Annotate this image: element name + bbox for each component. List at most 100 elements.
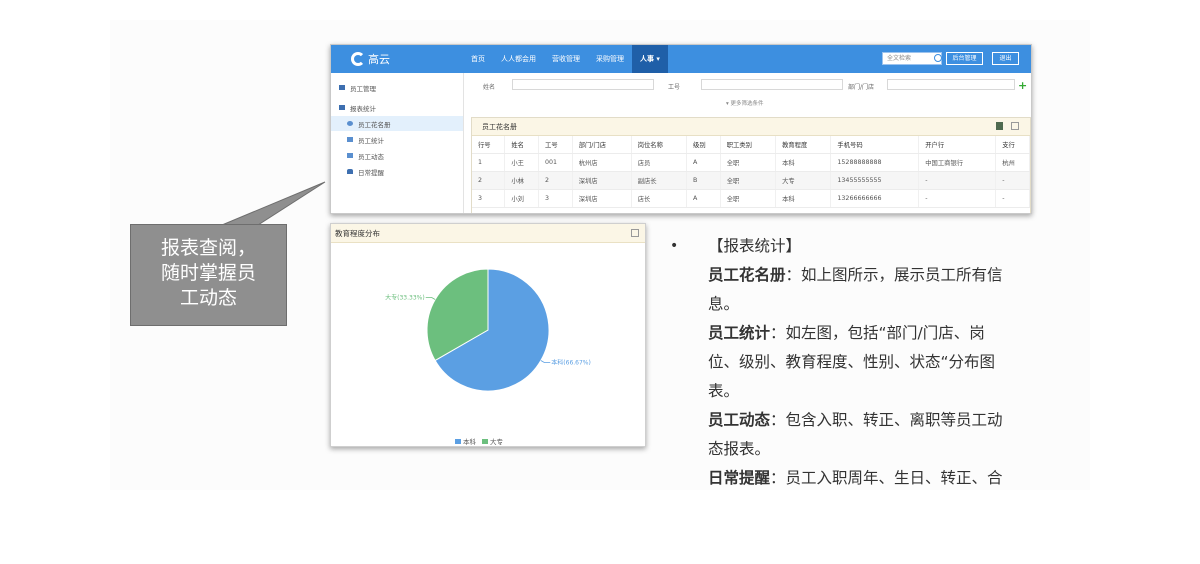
logo[interactable]: 高云 <box>351 49 390 69</box>
table-cell: 店员 <box>631 153 688 172</box>
table-cell: 001 <box>538 153 573 172</box>
table-row[interactable]: 1 小王 001 杭州店 店员 A 全职 本科 15288888888 中国工商银行 杭州 <box>472 153 1030 172</box>
admin-button[interactable]: 后台管理 <box>946 52 983 65</box>
note-title: 员工动态 <box>708 411 771 429</box>
table-cell: - <box>995 189 1030 208</box>
app-window: 高云 首页 人人都会用 营收管理 采购管理 人事 ▾ 全文检索 后台管理 退出 … <box>330 44 1032 214</box>
dept-input[interactable] <box>887 79 1015 90</box>
sidebar-label: 员工统计 <box>358 136 384 145</box>
table-cell: 小王 <box>504 153 540 172</box>
callout-box: 报表查阅， 随时掌握员 工动态 <box>130 224 287 326</box>
sidebar-item-dynamics[interactable]: 员工动态 <box>331 148 479 163</box>
nav-hr-label: 人事 <box>640 55 654 63</box>
logout-button[interactable]: 退出 <box>992 52 1019 65</box>
nav-home[interactable]: 首页 <box>463 45 493 73</box>
nav-easy[interactable]: 人人都会用 <box>493 45 544 73</box>
excel-icon[interactable] <box>996 122 1003 130</box>
sidebar: 员工管理 报表统计 员工花名册 员工统计 员工动态 日常提醒 <box>331 73 464 213</box>
column-header[interactable]: 教育程度 <box>775 136 832 154</box>
sidebar-label: 报表统计 <box>350 104 376 113</box>
sidebar-item-reports[interactable]: 报表统计 <box>331 100 471 115</box>
table-cell: 中国工商银行 <box>918 153 997 172</box>
more-filters-link[interactable]: ▾ 更多筛选条件 <box>726 99 764 107</box>
column-header[interactable]: 职工类别 <box>720 136 777 154</box>
table-cell: 本科 <box>775 189 832 208</box>
legend-item-college[interactable]: 大专 <box>482 436 503 446</box>
folder-open-icon <box>339 105 345 110</box>
table-cell: B <box>686 171 721 190</box>
note-text: ：如上图所示，展示员工所有信 <box>785 266 1003 284</box>
note-text: ：员工入职周年、生日、转正、合 <box>770 469 1003 487</box>
note-roster: 员工花名册：如上图所示，展示员工所有信 <box>708 261 1003 290</box>
legend-label: 大专 <box>490 438 503 446</box>
column-header[interactable]: 工号 <box>538 136 573 154</box>
name-label: 姓名 <box>483 84 496 91</box>
note-text: ：如左图，包括“部门/门店、岗 <box>770 324 985 342</box>
pie-label: 本科(66.67%) <box>551 359 591 367</box>
id-input[interactable] <box>701 79 843 90</box>
column-header[interactable]: 支行 <box>995 136 1030 154</box>
column-header[interactable]: 开户行 <box>918 136 997 154</box>
sidebar-label: 日常提醒 <box>358 168 384 177</box>
column-header[interactable]: 部门/门店 <box>572 136 632 154</box>
table-cell: A <box>686 153 721 172</box>
note-stats-cont: 表。 <box>708 382 740 400</box>
note-reminders: 日常提醒：员工入职周年、生日、转正、合 <box>708 464 1003 493</box>
table-row[interactable]: 2 小林 2 深圳店 副店长 B 全职 大专 13455555555- - <box>472 171 1030 190</box>
column-header[interactable]: 姓名 <box>504 136 540 154</box>
pie-leader-line <box>540 360 551 363</box>
chart-icon <box>347 137 353 142</box>
table-header: 行号 姓名 工号 部门/门店 岗位名称 级别 职工类别 教育程度 手机号码 开户行 支行 <box>472 136 1030 154</box>
table-cell: 2 <box>472 171 506 190</box>
pie-label: 大专(33.33%) <box>385 293 425 301</box>
expand-icon[interactable] <box>631 229 639 237</box>
search-input[interactable]: 全文检索 <box>882 52 942 65</box>
legend-label: 本科 <box>463 438 476 446</box>
nav-hr[interactable]: 人事 ▾ <box>632 45 668 73</box>
column-header[interactable]: 级别 <box>686 136 721 154</box>
add-icon[interactable]: + <box>1018 79 1027 92</box>
expand-icon[interactable] <box>1011 122 1019 130</box>
id-label: 工号 <box>668 84 681 91</box>
name-input[interactable] <box>512 79 654 90</box>
table-cell: 全职 <box>720 171 777 190</box>
logo-icon <box>351 52 365 66</box>
table-cell: - <box>918 171 997 190</box>
sidebar-item-roster[interactable]: 员工花名册 <box>331 116 463 131</box>
bullet-icon: • <box>670 238 679 254</box>
table-cell: 深圳店 <box>572 171 632 190</box>
top-navbar: 高云 首页 人人都会用 营收管理 采购管理 人事 ▾ 全文检索 后台管理 退出 <box>331 45 1031 73</box>
table-cell: 深圳店 <box>572 189 632 208</box>
table-cell: 杭州 <box>995 153 1030 172</box>
pie-legend: 本科 大专 <box>455 436 509 446</box>
nav-revenue[interactable]: 营收管理 <box>544 45 588 73</box>
roster-table: 行号 姓名 工号 部门/门店 岗位名称 级别 职工类别 教育程度 手机号码 开户行 支行 1 小王 00… <box>472 136 1030 208</box>
table-cell: - <box>918 189 997 208</box>
note-dynamics-cont: 态报表。 <box>708 440 771 458</box>
table-cell: 副店长 <box>631 171 688 190</box>
table-cell: 全职 <box>720 153 777 172</box>
search-icon[interactable] <box>934 54 942 62</box>
table-cell: 15288888888 <box>830 153 920 172</box>
nav-purchase[interactable]: 采购管理 <box>588 45 632 73</box>
column-header[interactable]: 手机号码 <box>830 136 920 154</box>
logo-text: 高云 <box>368 53 390 66</box>
pie-title: 教育程度分布 <box>335 229 380 238</box>
table-cell: - <box>995 171 1030 190</box>
sidebar-item-reminders[interactable]: 日常提醒 <box>331 164 479 179</box>
sidebar-item-staff[interactable]: 员工管理 <box>331 80 471 95</box>
table-row[interactable]: 3 小刘 3 深圳店 店长 A 全职 本科 13266666666- - <box>472 189 1030 208</box>
callout-line: 随时掌握员 <box>160 262 256 284</box>
sidebar-label: 员工花名册 <box>358 120 391 129</box>
sidebar-label: 员工管理 <box>350 84 376 93</box>
callout-line: 报表查阅， <box>160 237 256 259</box>
table-cell: 小刘 <box>504 189 540 208</box>
pie-leader-line <box>425 297 436 300</box>
sidebar-item-stats[interactable]: 员工统计 <box>331 132 479 147</box>
dept-label: 部门/门店 <box>848 84 875 91</box>
column-header[interactable]: 岗位名称 <box>631 136 688 154</box>
report-icon <box>347 121 353 126</box>
legend-item-bachelor[interactable]: 本科 <box>455 436 476 446</box>
note-stats-cont: 位、级别、教育程度、性别、状态“分布图 <box>708 353 996 371</box>
column-header[interactable]: 行号 <box>472 136 506 154</box>
